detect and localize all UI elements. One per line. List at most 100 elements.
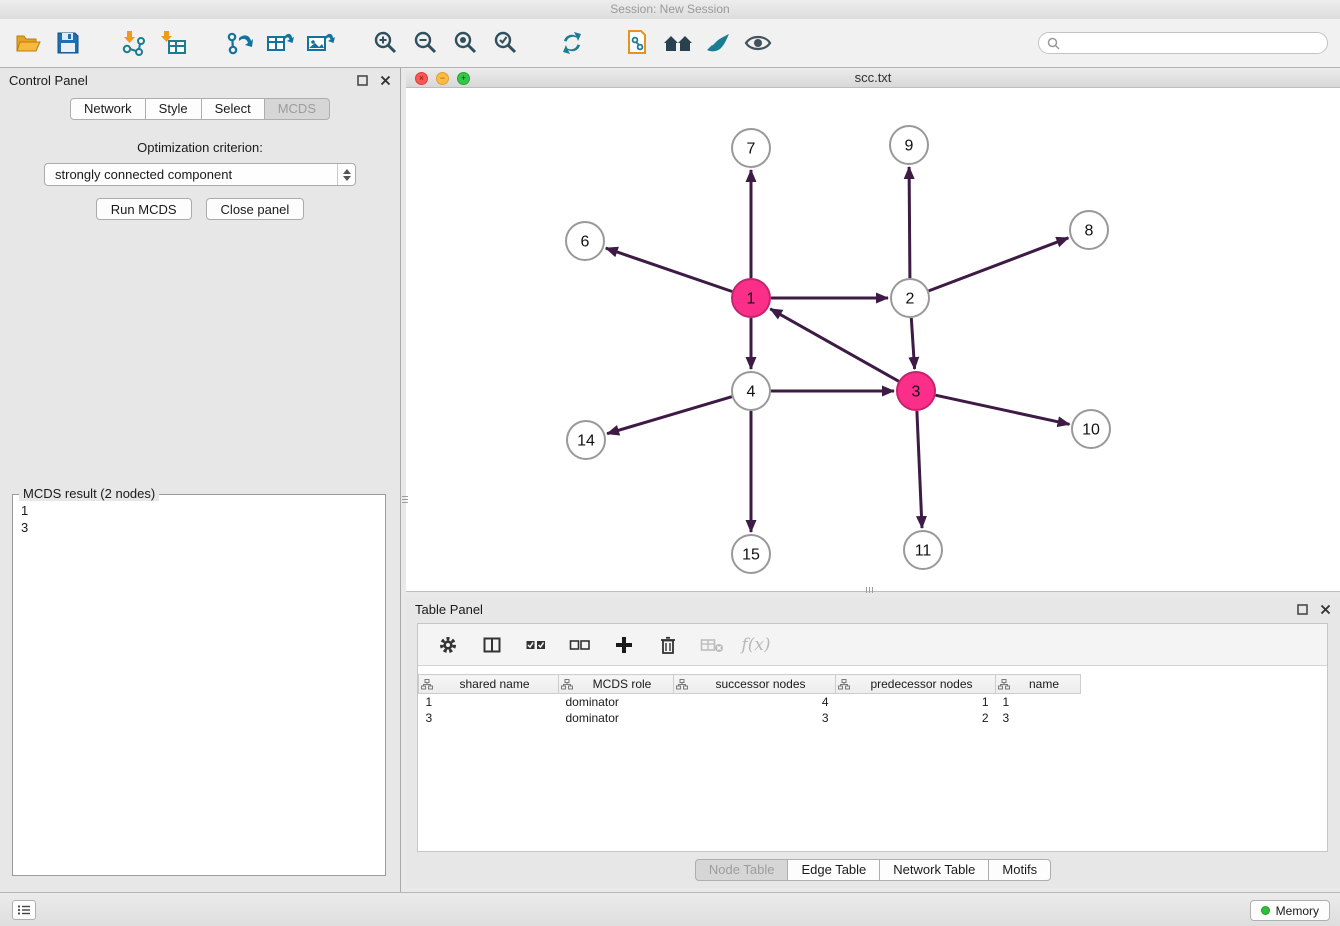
- column-type-icon: [998, 679, 1010, 690]
- column-header-name[interactable]: name: [996, 675, 1081, 694]
- graph-edge-2-3[interactable]: [911, 318, 914, 369]
- refresh-view-button[interactable]: [552, 24, 592, 62]
- float-panel-icon[interactable]: [356, 74, 369, 87]
- mcds-result-list: 13: [13, 495, 385, 543]
- save-session-button[interactable]: [48, 24, 88, 62]
- table-panel-tabs: Node TableEdge TableNetwork TableMotifs: [406, 859, 1340, 881]
- home-networks-button[interactable]: [658, 24, 698, 62]
- export-network-button[interactable]: [220, 24, 260, 62]
- tab-mcds[interactable]: MCDS: [265, 98, 330, 120]
- column-header-predecessor-nodes[interactable]: predecessor nodes: [836, 675, 996, 694]
- deselect-all-button[interactable]: [568, 633, 592, 657]
- search-input[interactable]: [1065, 36, 1319, 50]
- export-table-button[interactable]: [260, 24, 300, 62]
- graph-node-label: 9: [905, 138, 914, 155]
- search-icon: [1047, 37, 1060, 50]
- table-settings-button[interactable]: [436, 633, 460, 657]
- table-tab-network-table[interactable]: Network Table: [880, 859, 989, 881]
- table-row[interactable]: 3dominator323: [419, 710, 1081, 726]
- table-cell[interactable]: dominator: [559, 694, 674, 710]
- table-cell[interactable]: dominator: [559, 710, 674, 726]
- export-image-button[interactable]: [300, 24, 340, 62]
- graph-edge-3-11[interactable]: [917, 411, 922, 528]
- status-bar: Memory: [0, 892, 1340, 926]
- save-icon: [55, 30, 81, 56]
- close-panel-button[interactable]: Close panel: [206, 198, 305, 220]
- graph-node-label: 8: [1085, 223, 1094, 240]
- add-column-button[interactable]: [612, 633, 636, 657]
- network-window-titlebar: × − + scc.txt: [406, 68, 1340, 88]
- criterion-dropdown[interactable]: strongly connected component: [44, 163, 356, 186]
- select-all-button[interactable]: [524, 633, 548, 657]
- clone-network-icon: [623, 28, 653, 58]
- memory-button-label: Memory: [1276, 904, 1319, 918]
- table-tab-motifs[interactable]: Motifs: [989, 859, 1051, 881]
- close-panel-icon[interactable]: [379, 74, 392, 87]
- apply-style-button[interactable]: [698, 24, 738, 62]
- column-header-successor-nodes[interactable]: successor nodes: [674, 675, 836, 694]
- graph-edge-2-9[interactable]: [909, 167, 910, 278]
- zoom-fit-button[interactable]: [446, 24, 486, 62]
- graph-edge-3-10[interactable]: [936, 395, 1070, 424]
- zoom-out-icon: [413, 30, 439, 56]
- table-cell[interactable]: 2: [836, 710, 996, 726]
- graph-edge-2-8[interactable]: [929, 238, 1069, 291]
- column-type-icon: [676, 679, 688, 690]
- table-toolbar: f(x): [418, 624, 1327, 666]
- graph-edge-3-1[interactable]: [770, 309, 898, 381]
- table-cell[interactable]: 1: [419, 694, 559, 710]
- column-header-mcds-role[interactable]: MCDS role: [559, 675, 674, 694]
- criterion-dropdown-value: strongly connected component: [55, 167, 232, 182]
- graph-node-label: 2: [906, 291, 915, 308]
- table-cell[interactable]: 3: [996, 710, 1081, 726]
- canvas-splitter-handle[interactable]: [856, 586, 882, 594]
- tab-select[interactable]: Select: [202, 98, 265, 120]
- table-cell[interactable]: 1: [996, 694, 1081, 710]
- zoom-selected-button[interactable]: [486, 24, 526, 62]
- column-header-shared-name[interactable]: shared name: [419, 675, 559, 694]
- panel-splitter-handle[interactable]: [401, 486, 409, 512]
- graph-node-label: 1: [747, 291, 756, 308]
- float-table-panel-icon[interactable]: [1296, 603, 1309, 616]
- task-history-button[interactable]: [12, 900, 36, 920]
- table-tab-edge-table[interactable]: Edge Table: [788, 859, 880, 881]
- table-cell[interactable]: 3: [419, 710, 559, 726]
- table-row[interactable]: 1dominator411: [419, 694, 1081, 710]
- maximize-window-icon[interactable]: +: [457, 72, 470, 85]
- trash-icon: [659, 635, 677, 655]
- open-file-button[interactable]: [8, 24, 48, 62]
- control-panel-title: Control Panel: [9, 73, 88, 88]
- show-columns-button[interactable]: [480, 633, 504, 657]
- delete-column-button[interactable]: [656, 633, 680, 657]
- tab-style[interactable]: Style: [146, 98, 202, 120]
- memory-button[interactable]: Memory: [1250, 900, 1330, 921]
- table-cell[interactable]: 3: [674, 710, 836, 726]
- network-graph[interactable]: 7968124314101511: [406, 88, 1340, 591]
- function-builder-button: f(x): [744, 633, 768, 657]
- zoom-out-button[interactable]: [406, 24, 446, 62]
- close-window-icon[interactable]: ×: [415, 72, 428, 85]
- import-network-button[interactable]: [114, 24, 154, 62]
- graph-edge-1-6[interactable]: [606, 248, 732, 291]
- clone-network-button[interactable]: [618, 24, 658, 62]
- import-network-icon: [119, 29, 149, 57]
- graph-edge-4-14[interactable]: [607, 397, 732, 434]
- graph-node-label: 15: [742, 547, 760, 564]
- run-mcds-button[interactable]: Run MCDS: [96, 198, 192, 220]
- zoom-in-button[interactable]: [366, 24, 406, 62]
- table-tab-node-table[interactable]: Node Table: [695, 859, 789, 881]
- graph-node-label: 14: [577, 433, 595, 450]
- show-graphics-details-button[interactable]: [738, 24, 778, 62]
- close-table-panel-icon[interactable]: [1319, 603, 1332, 616]
- network-canvas[interactable]: 7968124314101511: [406, 88, 1340, 591]
- deselect-all-icon: [569, 636, 591, 654]
- minimize-window-icon[interactable]: −: [436, 72, 449, 85]
- table-cell[interactable]: 4: [674, 694, 836, 710]
- import-table-button[interactable]: [154, 24, 194, 62]
- global-search-field[interactable]: [1038, 32, 1328, 54]
- column-type-icon: [421, 679, 433, 690]
- tab-network[interactable]: Network: [70, 98, 146, 120]
- graph-node-label: 6: [581, 234, 590, 251]
- table-cell[interactable]: 1: [836, 694, 996, 710]
- gear-icon: [438, 635, 458, 655]
